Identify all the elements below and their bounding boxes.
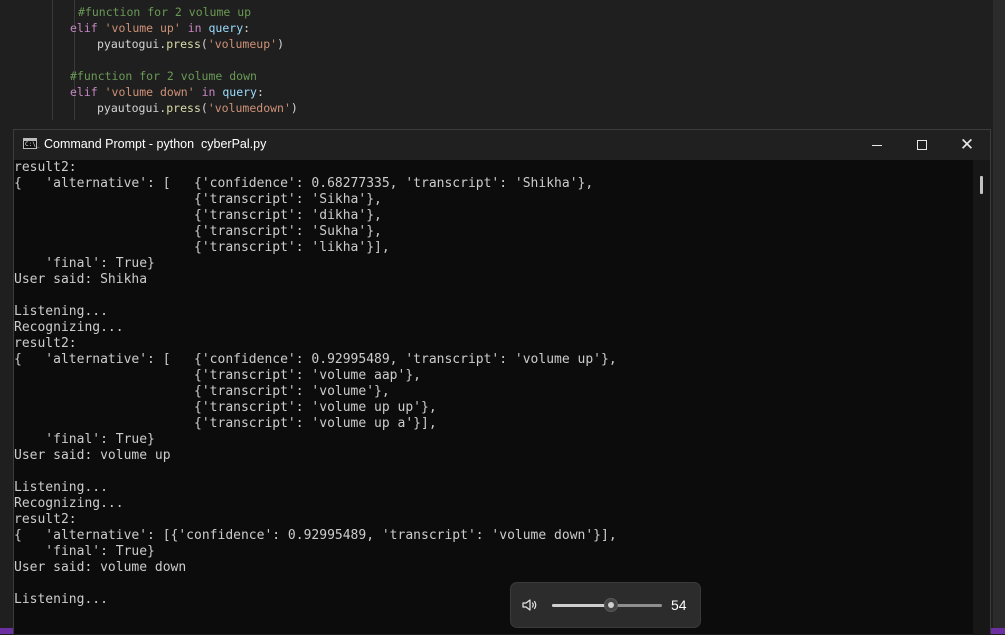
volume-slider-thumb[interactable] bbox=[604, 598, 619, 612]
volume-slider[interactable] bbox=[552, 598, 662, 612]
indent-guide bbox=[74, 0, 75, 120]
code-token: pyautogui. bbox=[97, 101, 167, 115]
cmd-app-icon-glyph: C:\_ bbox=[25, 141, 40, 148]
console-line: User said: volume up bbox=[14, 448, 171, 463]
code-token: 'volume up' bbox=[104, 21, 181, 35]
editor-line: pyautogui.press('volumedown') bbox=[97, 100, 298, 116]
volume-slider-thumb-dot bbox=[608, 602, 615, 608]
code-token: 'volumedown' bbox=[207, 101, 291, 115]
console-line: 'final': True} bbox=[14, 544, 155, 559]
console-line: { 'alternative': [{'confidence': 0.92995… bbox=[14, 528, 617, 543]
code-token: query bbox=[222, 85, 257, 99]
code-token: #function for 2 volume down bbox=[70, 69, 257, 83]
console-line: {'transcript': 'Sukha'}, bbox=[14, 224, 382, 239]
code-token: elif bbox=[70, 85, 105, 99]
code-token: : bbox=[243, 21, 251, 35]
code-token: query bbox=[208, 21, 244, 35]
code-token: 'volumeup' bbox=[207, 37, 278, 51]
console-line: {'transcript': 'volume'}, bbox=[14, 384, 390, 399]
console-line: {'transcript': 'Sikha'}, bbox=[14, 192, 382, 207]
code-token: : bbox=[256, 85, 264, 99]
volume-flyout: 54 bbox=[510, 582, 701, 628]
maximize-icon bbox=[917, 140, 927, 150]
code-token: elif bbox=[70, 21, 105, 35]
status-bar-edge bbox=[0, 628, 14, 634]
console-line: { 'alternative': [ {'confidence': 0.6827… bbox=[14, 176, 594, 191]
volume-slider-fill bbox=[552, 604, 612, 607]
editor-line: elif 'volume down' in query: bbox=[70, 84, 264, 100]
code-token: press bbox=[166, 37, 201, 51]
console-line: Recognizing... bbox=[14, 496, 124, 511]
code-token: ) bbox=[277, 37, 284, 51]
status-bar-edge-right bbox=[991, 628, 1005, 634]
console-line: {'transcript': 'volume up a'}], bbox=[14, 416, 437, 431]
minimize-button[interactable] bbox=[854, 130, 900, 160]
editor-scrollbar[interactable] bbox=[993, 0, 1005, 634]
code-token: #function for 2 volume up bbox=[78, 5, 252, 19]
console-line: Listening... bbox=[14, 592, 108, 607]
editor-line: #function for 2 volume up bbox=[78, 4, 251, 20]
code-token: ( bbox=[200, 101, 208, 115]
speaker-icon[interactable] bbox=[522, 598, 538, 612]
console-line: Listening... bbox=[14, 480, 108, 495]
console-line: User said: Shikha bbox=[14, 272, 148, 287]
editor-line: #function for 2 volume down bbox=[70, 68, 257, 84]
console-line: result2: bbox=[14, 160, 77, 175]
code-token: in bbox=[180, 21, 209, 35]
console-line: 'final': True} bbox=[14, 256, 155, 271]
code-token: ) bbox=[290, 101, 298, 115]
console-line: {'transcript': 'dikha'}, bbox=[14, 208, 382, 223]
code-token: ( bbox=[200, 37, 208, 51]
command-prompt-window[interactable]: C:\_ Command Prompt - python cyberPal.py… bbox=[13, 129, 991, 635]
maximize-button[interactable] bbox=[899, 130, 945, 160]
minimize-icon bbox=[872, 144, 882, 146]
close-icon: ✕ bbox=[959, 134, 975, 155]
code-token: in bbox=[194, 85, 223, 99]
console-line: Listening... bbox=[14, 304, 108, 319]
editor-line: pyautogui.press('volumeup') bbox=[97, 36, 284, 52]
console-scrollbar[interactable] bbox=[973, 160, 990, 635]
console-line: {'transcript': 'volume up up'}, bbox=[14, 400, 437, 415]
console-output[interactable]: result2:{ 'alternative': [ {'confidence'… bbox=[14, 160, 972, 635]
cmd-app-icon[interactable]: C:\_ bbox=[23, 138, 40, 149]
console-line: Recognizing... bbox=[14, 320, 124, 335]
editor-line: elif 'volume up' in query: bbox=[70, 20, 250, 36]
volume-level-value: 54 bbox=[671, 597, 687, 613]
window-title: Command Prompt - python cyberPal.py bbox=[44, 137, 267, 151]
console-line: {'transcript': 'volume aap'}, bbox=[14, 368, 421, 383]
console-line: result2: bbox=[14, 336, 77, 351]
window-titlebar[interactable]: C:\_ Command Prompt - python cyberPal.py… bbox=[14, 130, 990, 160]
console-line: result2: bbox=[14, 512, 77, 527]
code-token: press bbox=[166, 101, 201, 115]
code-token: 'volume down' bbox=[104, 85, 195, 99]
indent-guide bbox=[52, 0, 53, 120]
console-line: { 'alternative': [ {'confidence': 0.9299… bbox=[14, 352, 617, 367]
console-line: 'final': True} bbox=[14, 432, 155, 447]
code-token: pyautogui. bbox=[97, 37, 167, 51]
console-line: {'transcript': 'likha'}], bbox=[14, 240, 390, 255]
console-scrollbar-thumb[interactable] bbox=[980, 176, 983, 194]
close-button[interactable]: ✕ bbox=[944, 130, 990, 160]
console-line: User said: volume down bbox=[14, 560, 187, 575]
